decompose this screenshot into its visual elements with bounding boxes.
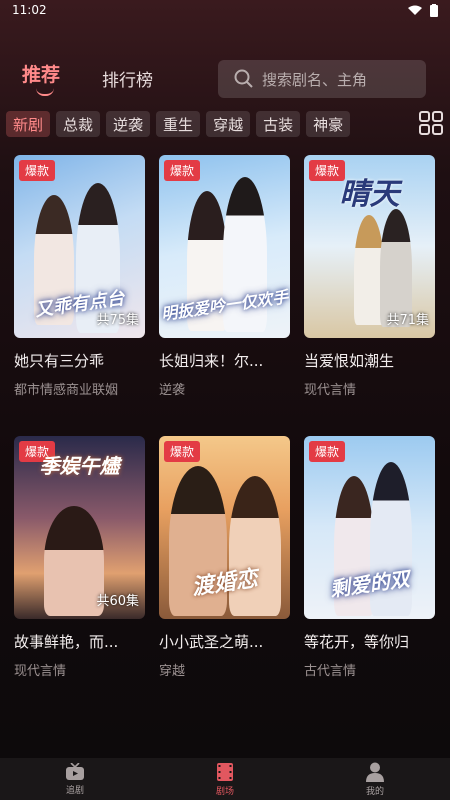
drama-card[interactable]: 爆款 渡婚恋 小小武圣之萌... 穿越	[159, 436, 290, 679]
tabbar-item-following[interactable]: 追剧	[0, 758, 150, 800]
drama-title: 她只有三分乖	[14, 352, 105, 370]
tv-icon	[66, 762, 84, 780]
drama-title: 等花开，等你归	[304, 633, 410, 651]
search-icon	[234, 69, 253, 88]
top-header: 推荐 排行榜 搜索剧名、主角	[0, 56, 450, 102]
tabbar-item-theater[interactable]: 剧场	[150, 758, 300, 800]
battery-icon	[430, 3, 438, 17]
drama-title: 当爱恨如潮生	[304, 352, 395, 370]
wifi-icon	[408, 5, 422, 15]
drama-card[interactable]: 爆款 又乖有点台 共75集 她只有三分乖 都市情感商业联姻	[14, 155, 145, 398]
poster-image: 爆款 渡婚恋	[159, 436, 290, 619]
category-chip-costume[interactable]: 古装	[256, 111, 301, 137]
episode-count: 共60集	[96, 594, 139, 609]
drama-card[interactable]: 爆款 明扳爱吟一仅欢手 长姐归来！尔... 逆袭	[159, 155, 290, 398]
drama-title: 故事鲜艳，而...	[14, 633, 119, 651]
category-chip-rebirth[interactable]: 重生	[156, 111, 201, 137]
status-bar: 11:02	[0, 0, 450, 20]
hot-badge: 爆款	[309, 441, 346, 462]
person-icon	[366, 762, 384, 782]
drama-tag: 现代言情	[14, 664, 67, 679]
tabbar-label: 我的	[365, 786, 384, 797]
poster-image: 爆款 剩爱的双	[304, 436, 435, 619]
tabbar-label: 剧场	[215, 786, 234, 797]
drama-grid: 爆款 又乖有点台 共75集 她只有三分乖 都市情感商业联姻 爆款 明扳爱吟一仅欢…	[14, 155, 436, 679]
search-placeholder: 搜索剧名、主角	[262, 70, 368, 89]
drama-tag: 现代言情	[304, 383, 357, 398]
hot-badge: 爆款	[164, 160, 201, 181]
hot-badge: 爆款	[164, 441, 201, 462]
episode-count: 共75集	[96, 313, 139, 328]
poster-image: 爆款 又乖有点台 共75集	[14, 155, 145, 338]
episode-count: 共71集	[386, 313, 429, 328]
drama-tag: 都市情感商业联姻	[14, 383, 119, 398]
active-tab-indicator	[36, 88, 54, 96]
poster-image: 爆款 晴天 共71集	[304, 155, 435, 338]
category-chip-ceo[interactable]: 总裁	[56, 111, 101, 137]
tab-ranking[interactable]: 排行榜	[102, 66, 153, 91]
poster-image: 爆款 明扳爱吟一仅欢手	[159, 155, 290, 338]
tabbar-label: 追剧	[65, 785, 84, 796]
search-input[interactable]: 搜索剧名、主角	[218, 60, 426, 98]
poster-title-art: 季娱午燼	[39, 454, 120, 478]
hot-badge: 爆款	[19, 160, 56, 181]
poster-image: 爆款 季娱午燼 共60集	[14, 436, 145, 619]
drama-tag: 穿越	[159, 664, 186, 679]
drama-card[interactable]: 爆款 季娱午燼 共60集 故事鲜艳，而... 现代言情	[14, 436, 145, 679]
grid-menu-icon[interactable]	[418, 110, 444, 136]
film-icon	[217, 762, 233, 781]
category-chip-new[interactable]: 新剧	[6, 111, 51, 137]
tabbar-item-profile[interactable]: 我的	[300, 758, 450, 800]
category-chips: 新剧 总裁 逆袭 重生 穿越 古装 神豪	[6, 110, 446, 138]
drama-tag: 逆袭	[159, 383, 186, 398]
drama-title: 长姐归来！尔...	[159, 352, 264, 370]
category-chip-timetravel[interactable]: 穿越	[206, 111, 251, 137]
drama-card[interactable]: 爆款 晴天 共71集 当爱恨如潮生 现代言情	[304, 155, 435, 398]
drama-tag: 古代言情	[304, 664, 357, 679]
category-chip-tycoon[interactable]: 神豪	[306, 111, 351, 137]
drama-title: 小小武圣之萌...	[159, 633, 264, 651]
status-icons	[408, 3, 438, 17]
category-chip-comeback[interactable]: 逆袭	[106, 111, 151, 137]
tab-recommend[interactable]: 推荐	[22, 60, 60, 87]
poster-title-art: 晴天	[339, 177, 400, 212]
status-time: 11:02	[12, 3, 47, 17]
drama-card[interactable]: 爆款 剩爱的双 等花开，等你归 古代言情	[304, 436, 435, 679]
bottom-tab-bar: 追剧 剧场 我的	[0, 758, 450, 800]
